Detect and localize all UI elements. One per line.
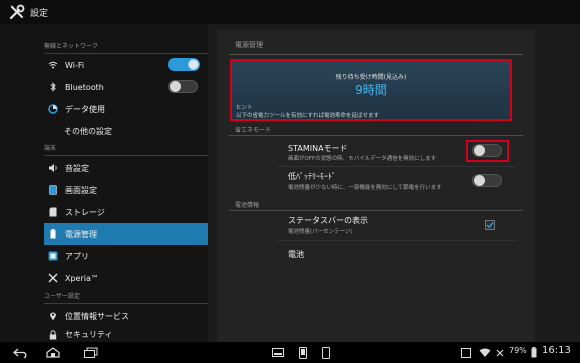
sidebar-item-label: 音設定 — [65, 163, 89, 173]
low-battery-mode-description: 電池残量が少ない時に、一部機能を無効にして節電を行います — [288, 185, 442, 191]
section-header-power-saving: 省エネモード — [235, 127, 272, 134]
sidebar-item-other-settings[interactable]: その他の設定 — [44, 120, 208, 142]
sidebar-item-sound[interactable]: 音設定 — [44, 157, 208, 179]
sidebar-item-label: アプリ — [65, 251, 89, 261]
low-battery-mode-toggle[interactable] — [472, 174, 502, 187]
divider — [277, 166, 517, 167]
divider — [44, 155, 208, 156]
divider — [229, 210, 523, 211]
sound-icon — [46, 163, 60, 173]
battery-title: 電池 — [288, 250, 304, 259]
sync-icon — [494, 345, 506, 360]
divider — [229, 54, 523, 55]
divider — [277, 240, 517, 241]
battery-icon — [46, 229, 60, 239]
battery-status-icon — [530, 345, 538, 360]
sidebar-item-security[interactable]: セキュリティ — [44, 327, 208, 342]
sidebar-item-label: その他の設定 — [64, 126, 112, 136]
system-nav-bar: 79% 16:13 — [0, 342, 580, 363]
sidebar-item-bluetooth[interactable]: Bluetooth — [44, 76, 208, 98]
sidebar-item-xperia[interactable]: Xperia™ — [44, 267, 208, 289]
stamina-mode-title: STAMINAモード — [288, 144, 348, 153]
standby-time-label: 残り待ち受け時間(見込み) — [335, 74, 407, 81]
battery-percent: 79% — [509, 346, 527, 355]
sidebar-item-label: 位置情報サービス — [65, 311, 129, 321]
xperia-icon — [46, 273, 60, 283]
wifi-toggle[interactable] — [168, 58, 200, 71]
data-usage-icon — [46, 104, 60, 114]
sidebar-item-label: 画面設定 — [65, 185, 97, 195]
low-battery-mode-title: 低ﾊﾞｯﾃﾘｰﾓｰﾄﾞ — [288, 172, 336, 181]
sidebar-item-power-management[interactable]: 電源管理 — [44, 223, 208, 245]
sidebar-item-label: Wi-Fi — [65, 60, 85, 70]
sidebar-item-wifi[interactable]: Wi-Fi — [44, 54, 208, 76]
wifi-icon — [46, 61, 60, 69]
sidebar-item-label: Xperia™ — [65, 273, 99, 283]
display-icon — [46, 185, 60, 195]
section-header-device: 端末 — [44, 145, 57, 152]
home-icon[interactable] — [42, 345, 64, 360]
status-bar-display-checkbox[interactable] — [485, 220, 495, 230]
clock: 16:13 — [542, 345, 571, 356]
bluetooth-toggle[interactable] — [168, 80, 198, 93]
sidebar-item-location[interactable]: 位置情報サービス — [44, 305, 208, 327]
action-bar: 設定 — [0, 0, 580, 24]
page-title: 電源管理 — [235, 41, 263, 49]
standby-time-value: 9時間 — [355, 83, 387, 97]
settings-tools-icon[interactable] — [6, 2, 28, 22]
small-apps-icon[interactable] — [270, 345, 286, 360]
divider — [44, 303, 208, 304]
sidebar-item-label: ストレージ — [65, 207, 105, 217]
phone-icon[interactable] — [297, 345, 309, 360]
bluetooth-icon — [46, 82, 60, 92]
divider — [229, 135, 523, 136]
sidebar-item-label: データ使用 — [65, 104, 105, 114]
settings-sidebar: 無線とネットワーク Wi-Fi Bluetooth データ使用 その他の設定 端… — [0, 24, 208, 342]
notification-icon[interactable] — [460, 345, 472, 360]
power-management-panel: 電源管理 残り待ち受け時間(見込み) 9時間 ヒント 以下の省電力ツールを有効に… — [217, 30, 535, 342]
sidebar-item-label: Bluetooth — [65, 82, 104, 92]
section-header-battery-info: 電池情報 — [235, 202, 260, 209]
stamina-mode-toggle[interactable] — [472, 144, 502, 157]
sidebar-item-label: 電源管理 — [65, 229, 97, 239]
status-bar-display-description: 電池残量(パーセンテージ) — [288, 229, 353, 235]
content-area: 無線とネットワーク Wi-Fi Bluetooth データ使用 その他の設定 端… — [0, 24, 580, 342]
storage-icon — [46, 207, 60, 217]
status-bar-display-title: ステータスバーの表示 — [288, 216, 368, 225]
recent-apps-icon[interactable] — [80, 345, 102, 360]
sidebar-item-data-usage[interactable]: データ使用 — [44, 98, 208, 120]
back-icon[interactable] — [10, 345, 32, 360]
sidebar-item-storage[interactable]: ストレージ — [44, 201, 208, 223]
wifi-status-icon — [478, 345, 492, 360]
sidebar-item-apps[interactable]: アプリ — [44, 245, 208, 267]
lock-icon — [46, 329, 60, 340]
section-header-user: ユーザー設定 — [44, 293, 80, 300]
hint-label: ヒント — [236, 105, 253, 111]
sidebar-item-display[interactable]: 画面設定 — [44, 179, 208, 201]
standby-time-card: 残り待ち受け時間(見込み) 9時間 ヒント 以下の省電力ツールを有効にすれば電池… — [230, 59, 512, 121]
stamina-mode-description: 画面がOFFの状態の時、モバイルデータ通信を無効にします — [288, 156, 437, 162]
hint-text: 以下の省電力ツールを有効にすれば電池寿命を延ばせます — [236, 113, 380, 119]
tablet-icon[interactable] — [320, 345, 332, 360]
location-icon — [46, 311, 60, 321]
section-header-wireless: 無線とネットワーク — [44, 43, 99, 50]
apps-icon — [46, 251, 60, 261]
app-title: 設定 — [30, 8, 49, 19]
sidebar-item-label: セキュリティ — [65, 330, 113, 339]
